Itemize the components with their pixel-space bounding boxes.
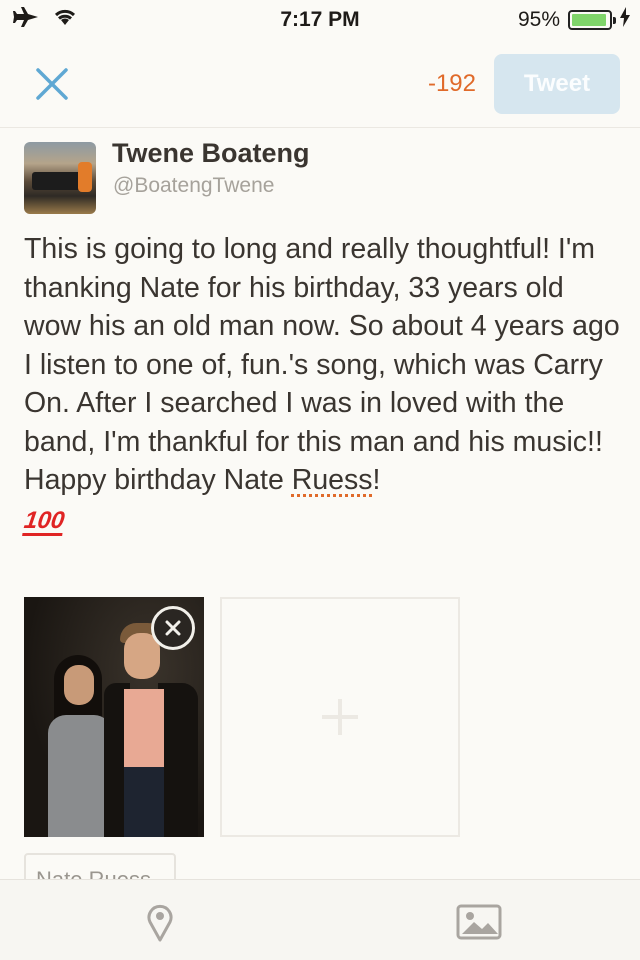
user-handle: @BoatengTwene [113,174,275,197]
media-button[interactable] [456,902,504,942]
battery-fill [572,14,607,26]
status-left-group [12,6,192,34]
close-button[interactable] [30,62,74,106]
photo-pants [124,767,164,837]
photo-person-face [64,665,94,705]
avatar-shirt-shape [78,162,92,192]
add-photo-button[interactable] [220,597,460,837]
wifi-icon [52,7,78,33]
charging-icon [620,7,630,33]
photo-shirt [124,689,164,769]
tweet-text-end: ! [372,464,381,496]
avatar-car-shape [32,172,82,190]
misspelled-word[interactable]: Ruess [292,464,373,496]
tweet-text-input[interactable]: This is going to long and really thought… [22,230,624,538]
character-count: -192 [427,70,476,97]
tweet-text-body: This is going to long and really thought… [24,233,620,496]
avatar [24,142,96,214]
photo-person-body [48,715,112,837]
close-circle-icon [165,620,181,636]
hundred-points-emoji: 100 [22,506,67,536]
display-name: Twene Boateng [112,138,310,168]
remove-photo-button[interactable] [151,606,195,650]
compose-header: -192 Tweet [0,40,640,128]
location-button[interactable] [142,902,178,942]
photo-jacket-right [158,683,198,837]
status-right-group: 95% [518,7,630,33]
battery-icon [568,10,616,30]
battery-percent: 95% [517,8,560,31]
airplane-icon [12,6,40,34]
status-bar: 7:17 PM 95% [0,0,640,40]
close-icon [36,68,68,100]
bottom-toolbar [0,879,640,960]
image-icon [456,904,502,940]
tweet-button[interactable]: Tweet [494,54,620,114]
location-pin-icon [147,904,173,942]
plus-icon [322,699,358,735]
